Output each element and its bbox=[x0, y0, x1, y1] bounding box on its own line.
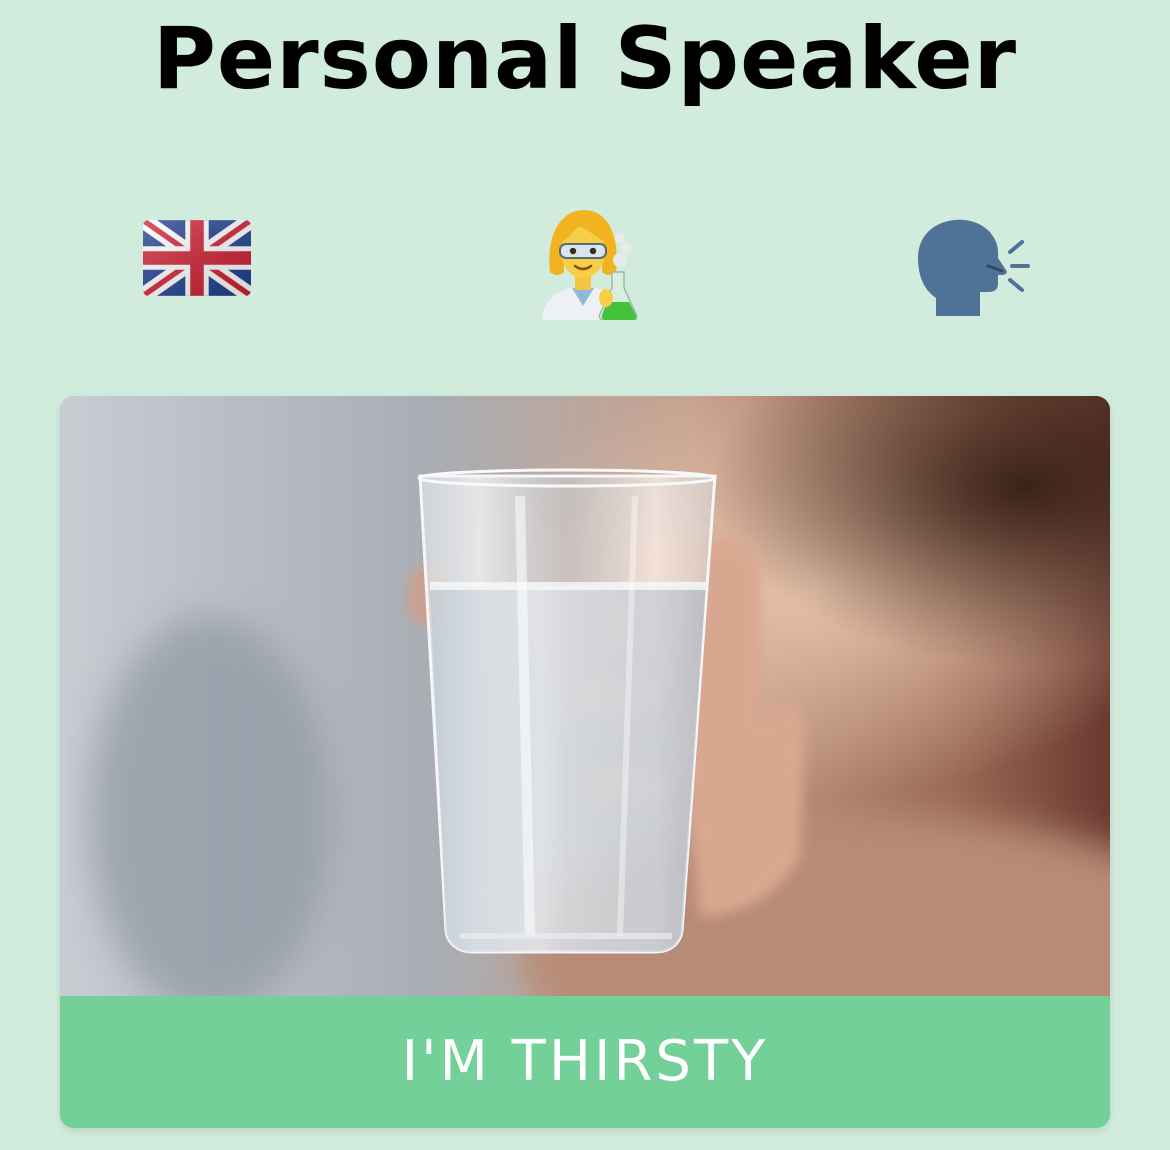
language-button[interactable] bbox=[132, 200, 262, 320]
glass-of-water-photo bbox=[60, 396, 1110, 996]
speaking-head-icon bbox=[912, 218, 1032, 318]
page-title: Personal Speaker bbox=[152, 9, 1018, 109]
voice-button[interactable] bbox=[523, 200, 653, 321]
phrase-card[interactable]: I'M THIRSTY bbox=[60, 396, 1110, 1128]
woman-scientist-icon bbox=[528, 202, 638, 321]
phrase-label: I'M THIRSTY bbox=[60, 996, 1110, 1128]
toolbar bbox=[0, 200, 1170, 330]
uk-flag-icon bbox=[143, 220, 251, 296]
speak-button[interactable] bbox=[906, 200, 1036, 320]
